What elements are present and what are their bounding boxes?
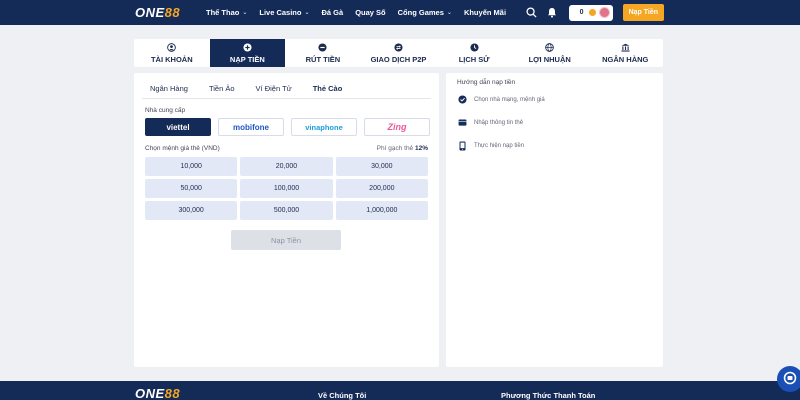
phone-icon bbox=[458, 141, 467, 150]
tab-label: LỊCH SỬ bbox=[458, 54, 490, 64]
tab-rut-tien[interactable]: RÚT TIỀN bbox=[285, 39, 361, 67]
logo-accent: 88 bbox=[164, 5, 181, 20]
submit-deposit-button[interactable]: Nạp Tiền bbox=[231, 230, 341, 250]
tab-label: TÀI KHOẢN bbox=[150, 54, 193, 64]
denomination-option[interactable]: 30,000 bbox=[335, 157, 428, 176]
provider-label: Nhà cung cấp bbox=[145, 107, 186, 114]
provider-vinaphone[interactable]: vinaphone bbox=[291, 118, 357, 136]
denomination-option[interactable]: 300,000 bbox=[145, 201, 238, 220]
tab-label: NGÂN HÀNG bbox=[602, 54, 649, 64]
tab-label: RÚT TIỀN bbox=[305, 54, 341, 64]
nav-item-live-casino[interactable]: Live Casino ⌄ bbox=[259, 8, 309, 17]
nav-item-label: Đá Gà bbox=[321, 8, 344, 17]
footer-logo[interactable]: ONE88 bbox=[135, 386, 180, 400]
fee-text: Phí gạch thẻ bbox=[376, 145, 414, 152]
coin-icon bbox=[588, 9, 596, 16]
provider-mobifone[interactable]: mobifone bbox=[218, 118, 284, 136]
guide-title: Hướng dẫn nạp tiền bbox=[457, 79, 516, 86]
user-icon bbox=[167, 42, 177, 52]
card-icon bbox=[458, 118, 467, 127]
fee-label: Phí gạch thẻ 12% bbox=[377, 145, 428, 152]
provider-viettel[interactable]: viettel bbox=[145, 118, 211, 136]
logo-main: ONE bbox=[135, 5, 165, 20]
denomination-option[interactable]: 50,000 bbox=[145, 179, 238, 198]
guide-step: Thực hiện nạp tiền bbox=[458, 141, 524, 150]
guide-step: Chọn nhà mạng, mệnh giá bbox=[458, 95, 545, 104]
chevron-down-icon: ⌄ bbox=[446, 10, 452, 16]
footer-about-heading: Về Chúng Tôi bbox=[318, 391, 367, 400]
denomination-grid: 10,000 20,000 30,000 50,000 100,000 200,… bbox=[145, 157, 428, 220]
subtab-vi-dien-tu[interactable]: Ví Điện Tử bbox=[248, 81, 300, 99]
bank-icon bbox=[621, 43, 630, 52]
chevron-down-icon: ⌄ bbox=[242, 10, 248, 16]
footer: ONE88 Về Chúng Tôi Phương Thức Thanh Toá… bbox=[0, 381, 800, 400]
tab-label: NẠP TIỀN bbox=[229, 54, 265, 64]
tab-nap-tien[interactable]: NẠP TIỀN bbox=[209, 39, 286, 67]
tab-giao-dich-p2p[interactable]: GIAO DỊCH P2P bbox=[361, 39, 437, 67]
denomination-option[interactable]: 200,000 bbox=[335, 179, 428, 198]
logo-accent: 88 bbox=[164, 386, 181, 400]
subtab-ngan-hang[interactable]: Ngân Hàng bbox=[142, 81, 196, 99]
plus-circle-icon bbox=[243, 42, 252, 52]
provider-list: viettel mobifone vinaphone Zing bbox=[145, 118, 430, 136]
nav-item-cong-games[interactable]: Cổng Games ⌄ bbox=[398, 8, 452, 17]
nav-item-khuyen-mai[interactable]: Khuyến Mãi bbox=[464, 8, 506, 17]
denomination-option[interactable]: 100,000 bbox=[240, 179, 333, 198]
tab-loi-nhuan[interactable]: LỢI NHUẬN bbox=[512, 39, 588, 67]
logo[interactable]: ONE88 bbox=[135, 5, 180, 20]
chevron-down-icon: ⌄ bbox=[304, 10, 310, 16]
subtab-tien-ao[interactable]: Tiền Ảo bbox=[201, 81, 243, 99]
nav-item-label: Cổng Games bbox=[397, 8, 444, 17]
denomination-option[interactable]: 1,000,000 bbox=[335, 201, 428, 220]
chat-support-button[interactable] bbox=[777, 366, 800, 392]
denomination-option[interactable]: 20,000 bbox=[240, 157, 333, 176]
logo-main: ONE bbox=[135, 386, 165, 400]
nav-item-label: Khuyến Mãi bbox=[463, 8, 507, 17]
fee-value: 12% bbox=[414, 145, 428, 152]
deposit-button[interactable]: Nạp Tiền bbox=[622, 4, 664, 21]
nav-item-the-thao[interactable]: Thể Thao ⌄ bbox=[206, 8, 247, 17]
tab-tai-khoan[interactable]: TÀI KHOẢN bbox=[134, 39, 210, 67]
main-nav: Thể Thao ⌄ Live Casino ⌄ Đá Gà Quay Số Cổn… bbox=[206, 0, 518, 25]
deposit-method-tabs: Ngân Hàng Tiền Ảo Ví Điện Tử Thẻ Cào bbox=[142, 81, 355, 99]
check-circle-icon bbox=[458, 95, 467, 104]
bell-icon[interactable] bbox=[545, 6, 559, 20]
nav-item-label: Live Casino bbox=[259, 8, 302, 17]
header-actions: 0 Nạp Tiền bbox=[525, 4, 664, 21]
nav-item-label: Thể Thao bbox=[206, 8, 240, 17]
tab-label: GIAO DỊCH P2P bbox=[370, 54, 427, 64]
footer-payment-heading: Phương Thức Thanh Toán bbox=[501, 391, 596, 400]
denomination-option[interactable]: 10,000 bbox=[145, 157, 238, 176]
guide-step: Nhập thông tin thẻ bbox=[458, 118, 523, 127]
exchange-icon bbox=[394, 42, 403, 52]
denomination-label: Chọn mệnh giá thẻ (VND) bbox=[145, 145, 220, 152]
denomination-option[interactable]: 500,000 bbox=[240, 201, 333, 220]
guide-step-label: Nhập thông tin thẻ bbox=[474, 119, 524, 126]
balance-value: 0 bbox=[579, 9, 584, 16]
avatar[interactable] bbox=[598, 7, 610, 18]
clock-icon bbox=[470, 42, 479, 52]
minus-circle-icon bbox=[318, 42, 327, 52]
chat-icon bbox=[783, 371, 797, 387]
globe-icon bbox=[545, 42, 554, 52]
nav-item-quay-so[interactable]: Quay Số bbox=[355, 8, 385, 17]
subtab-the-cao[interactable]: Thẻ Cào bbox=[304, 81, 351, 99]
guide-step-label: Thực hiện nạp tiền bbox=[474, 142, 525, 149]
provider-zing[interactable]: Zing bbox=[364, 118, 430, 136]
nav-item-da-ga[interactable]: Đá Gà bbox=[322, 8, 344, 17]
tab-lich-su[interactable]: LỊCH SỬ bbox=[436, 39, 512, 67]
balance-box[interactable]: 0 bbox=[568, 4, 613, 21]
divider bbox=[142, 98, 431, 99]
deposit-form-panel: Ngân Hàng Tiền Ảo Ví Điện Tử Thẻ Cào Nhà… bbox=[134, 73, 439, 367]
account-tabs: TÀI KHOẢN NẠP TIỀN RÚT TIỀN GIAO DỊCH P2… bbox=[134, 39, 663, 67]
guide-step-label: Chọn nhà mạng, mệnh giá bbox=[474, 96, 545, 103]
tab-label: LỢI NHUẬN bbox=[528, 54, 571, 64]
top-navbar: ONE88 Thể Thao ⌄ Live Casino ⌄ Đá Gà Quay … bbox=[0, 0, 800, 25]
nav-item-label: Quay Số bbox=[355, 8, 386, 17]
tab-ngan-hang[interactable]: NGÂN HÀNG bbox=[587, 39, 663, 67]
search-icon[interactable] bbox=[525, 6, 539, 20]
deposit-guide-panel: Hướng dẫn nạp tiền Chọn nhà mạng, mệnh g… bbox=[446, 73, 663, 367]
